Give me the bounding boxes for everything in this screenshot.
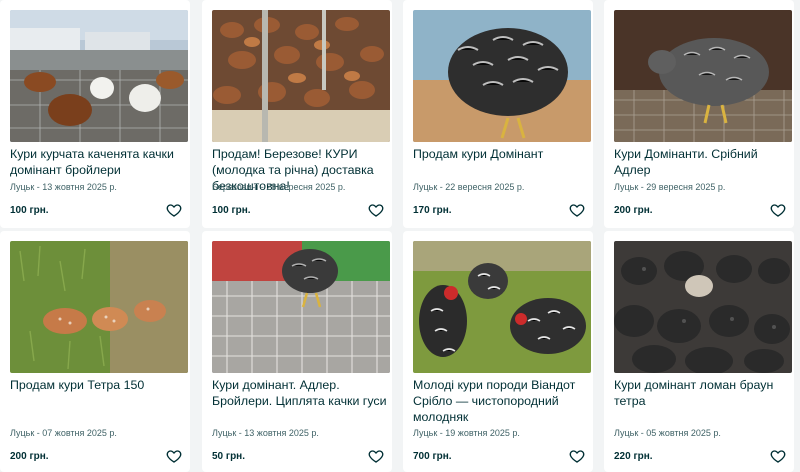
listing-card[interactable]: Продам кури Тетра 150 Луцьк - 07 жовтня … <box>0 231 190 472</box>
listing-price: 50 грн. <box>212 451 245 462</box>
listing-price: 200 грн. <box>10 451 49 462</box>
listing-card[interactable]: Кури домінант ломан браун тетра Луцьк - … <box>604 231 794 472</box>
heart-outline-icon[interactable] <box>569 448 585 464</box>
listing-location-date: Луцьк - 13 жовтня 2025 р. <box>212 428 319 438</box>
listing-photo[interactable] <box>10 10 188 142</box>
listing-location-date: Березовичі - 28 вересня 2025 р. <box>212 182 346 192</box>
listing-title[interactable]: Кури домінант. Адлер. Бройлери. Циплята … <box>212 377 388 409</box>
listing-price: 200 грн. <box>614 205 653 216</box>
listing-price: 700 грн. <box>413 451 452 462</box>
listing-title[interactable]: Продам кури Тетра 150 <box>10 377 186 393</box>
heart-outline-icon[interactable] <box>368 448 384 464</box>
listing-title[interactable]: Кури домінант ломан браун тетра <box>614 377 790 409</box>
listing-card[interactable]: Кури домінант. Адлер. Бройлери. Циплята … <box>202 231 392 472</box>
listing-price: 170 грн. <box>413 205 452 216</box>
listing-title[interactable]: Кури Домінанти. Срібний Адлер <box>614 146 790 178</box>
listing-photo[interactable] <box>614 241 792 373</box>
listing-price: 220 грн. <box>614 451 653 462</box>
heart-outline-icon[interactable] <box>770 202 786 218</box>
listing-card[interactable]: Продам кури Домінант Луцьк - 22 вересня … <box>403 0 593 228</box>
listing-location-date: Луцьк - 07 жовтня 2025 р. <box>10 428 117 438</box>
listing-location-date: Луцьк - 05 жовтня 2025 р. <box>614 428 721 438</box>
listing-title[interactable]: Продам кури Домінант <box>413 146 589 162</box>
listing-title[interactable]: Кури курчата каченята качки домінант бро… <box>10 146 186 178</box>
listing-price: 100 грн. <box>212 205 251 216</box>
listings-grid: Кури курчата каченята качки домінант бро… <box>0 0 800 472</box>
listing-photo[interactable] <box>212 241 390 373</box>
listing-photo[interactable] <box>614 10 792 142</box>
listing-photo[interactable] <box>413 10 591 142</box>
heart-outline-icon[interactable] <box>166 202 182 218</box>
listing-title[interactable]: Молоді кури породи Віандот Срібло — чист… <box>413 377 589 425</box>
heart-outline-icon[interactable] <box>569 202 585 218</box>
listing-price: 100 грн. <box>10 205 49 216</box>
listing-location-date: Луцьк - 13 жовтня 2025 р. <box>10 182 117 192</box>
listing-photo[interactable] <box>212 10 390 142</box>
heart-outline-icon[interactable] <box>166 448 182 464</box>
heart-outline-icon[interactable] <box>368 202 384 218</box>
listing-location-date: Луцьк - 19 жовтня 2025 р. <box>413 428 520 438</box>
listing-card[interactable]: Кури Домінанти. Срібний Адлер Луцьк - 29… <box>604 0 794 228</box>
listing-photo[interactable] <box>413 241 591 373</box>
listing-card[interactable]: Кури курчата каченята качки домінант бро… <box>0 0 190 228</box>
listing-location-date: Луцьк - 29 вересня 2025 р. <box>614 182 726 192</box>
heart-outline-icon[interactable] <box>770 448 786 464</box>
listing-card[interactable]: Продам! Березове! КУРИ (молодка та річна… <box>202 0 392 228</box>
listing-photo[interactable] <box>10 241 188 373</box>
listing-card[interactable]: Молоді кури породи Віандот Срібло — чист… <box>403 231 593 472</box>
listing-location-date: Луцьк - 22 вересня 2025 р. <box>413 182 525 192</box>
